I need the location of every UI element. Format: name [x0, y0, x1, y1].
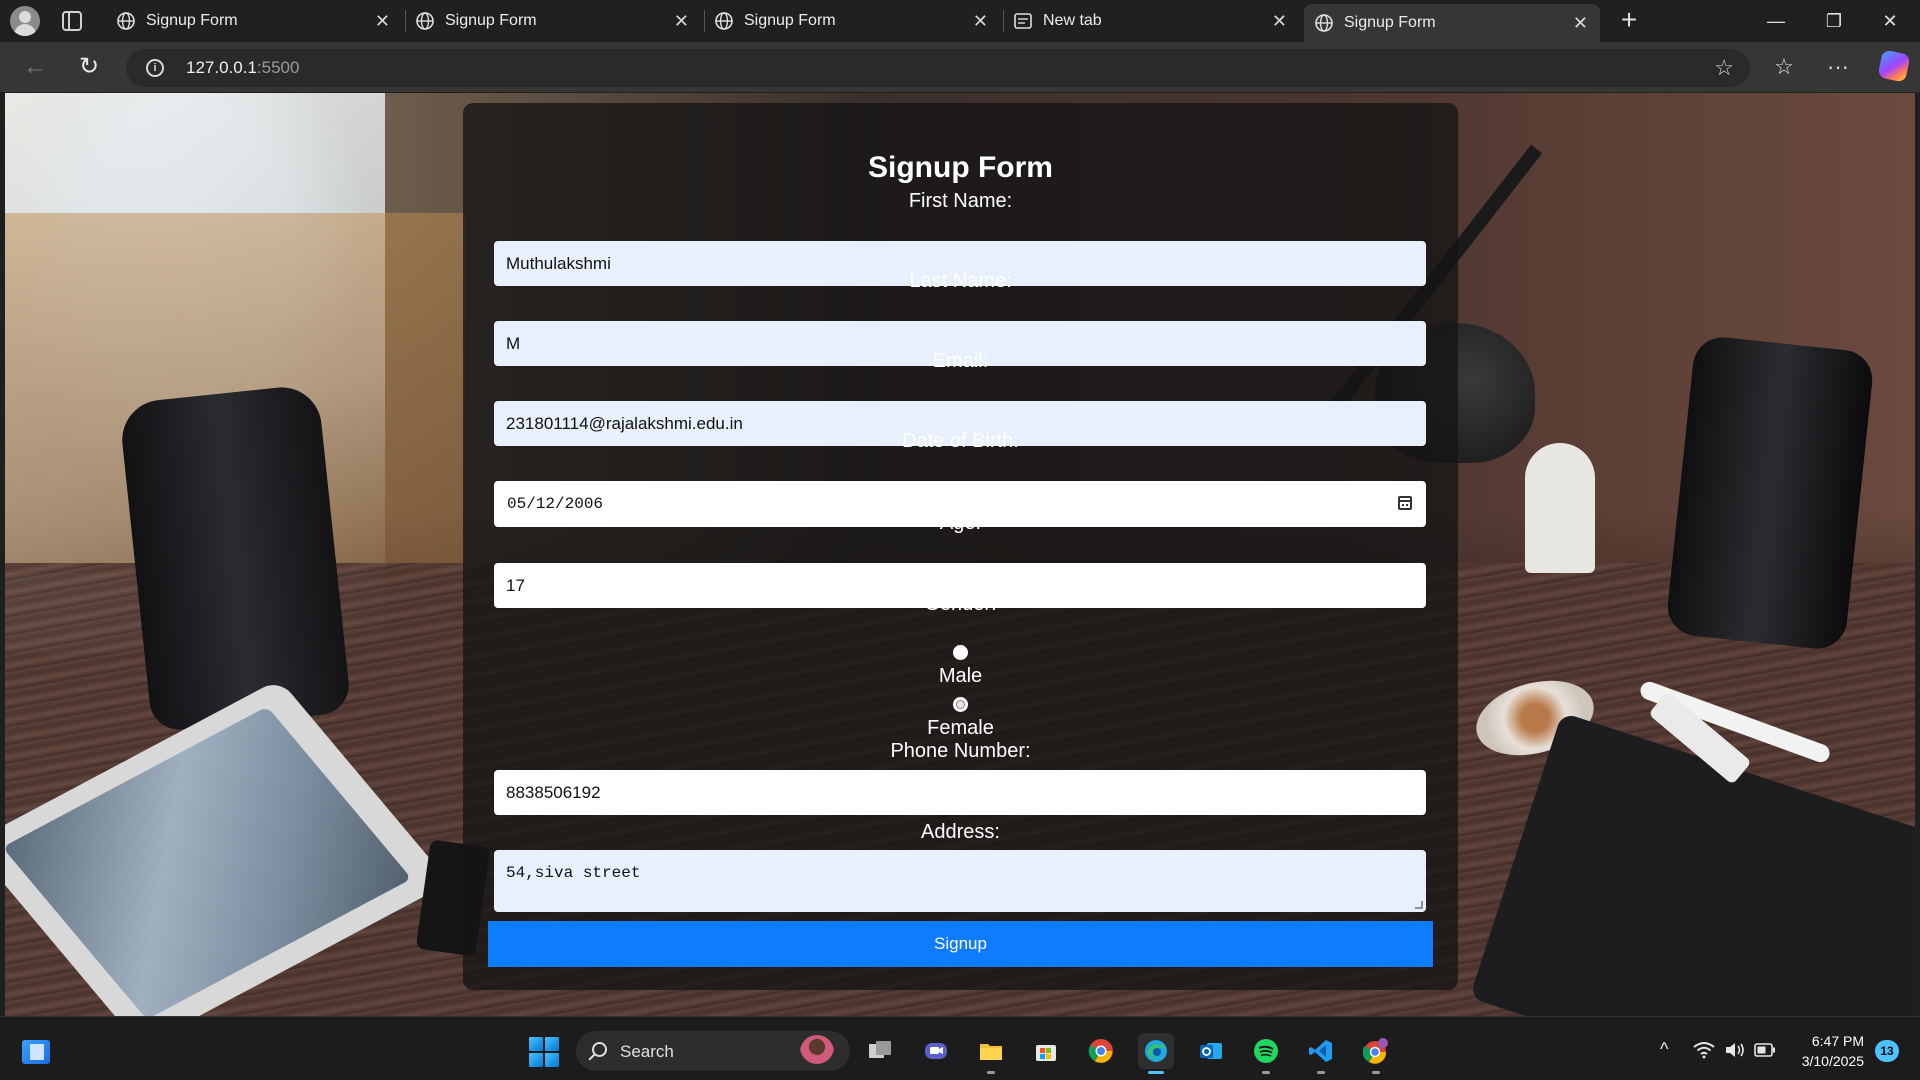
address-bar-row: ← ↻ i 127.0.0.1:5500 ☆ ☆ ··· — [0, 42, 1920, 92]
wifi-icon[interactable] — [1693, 1041, 1715, 1059]
search-icon — [592, 1042, 607, 1057]
running-indicator — [1262, 1071, 1270, 1074]
close-tab-icon[interactable]: ✕ — [375, 12, 390, 30]
vscode-icon[interactable] — [1303, 1033, 1339, 1074]
tab-signup-form-2[interactable]: Signup Form ✕ — [405, 0, 701, 42]
address-textarea[interactable]: 54,siva street — [494, 850, 1426, 912]
tab-title: Signup Form — [744, 12, 836, 29]
restore-button[interactable]: ❐ — [1806, 0, 1862, 42]
system-clock[interactable]: 6:47 PM 3/10/2025 — [1792, 1031, 1864, 1071]
gender-male-label: Male — [938, 665, 983, 687]
email-label: Email: — [932, 350, 989, 372]
tab-title: Signup Form — [445, 12, 537, 29]
file-explorer-icon[interactable] — [973, 1033, 1009, 1074]
dob-value: 05/12/2006 — [507, 495, 604, 513]
search-label: Search — [620, 1042, 674, 1061]
taskbar-search[interactable]: Search — [576, 1031, 850, 1071]
widgets-icon[interactable] — [22, 1040, 50, 1064]
site-info-icon[interactable]: i — [146, 59, 164, 77]
newtab-page-icon — [1014, 13, 1032, 29]
url-host: 127.0.0.1 — [186, 58, 257, 77]
gender-female-radio[interactable] — [953, 697, 968, 712]
notification-badge[interactable]: 13 — [1875, 1040, 1899, 1062]
active-indicator — [1148, 1071, 1164, 1074]
url-port: :5500 — [256, 58, 300, 77]
gender-female-label: Female — [927, 717, 994, 739]
new-tab-button[interactable]: + — [1614, 6, 1644, 36]
browser-tab-bar: Signup Form ✕ Signup Form ✕ Signup Form … — [0, 0, 1920, 42]
close-window-button[interactable]: ✕ — [1862, 0, 1918, 42]
minimize-button[interactable]: — — [1748, 0, 1804, 42]
back-button[interactable]: ← — [20, 52, 50, 82]
signup-form-card: Signup Form First Name: Last Name: Email… — [463, 103, 1458, 990]
gender-label: Gender: — [924, 593, 997, 615]
age-label: Age: — [939, 512, 982, 534]
reload-button[interactable]: ↻ — [74, 52, 104, 82]
address-label: Address: — [921, 821, 1000, 843]
dob-label: Date of Birth: — [902, 430, 1019, 452]
first-name-label: First Name: — [908, 190, 1013, 212]
globe-icon — [416, 12, 434, 30]
running-indicator — [987, 1071, 995, 1074]
background-speaker-left — [118, 383, 352, 733]
search-highlight-icon — [800, 1035, 834, 1069]
spotify-icon[interactable] — [1248, 1033, 1284, 1074]
edge-icon[interactable] — [1138, 1033, 1174, 1074]
clock-date: 3/10/2025 — [1801, 1053, 1864, 1069]
page-viewport: Signup Form First Name: Last Name: Email… — [5, 93, 1915, 1016]
tray-overflow-icon[interactable]: ^ — [1660, 1039, 1668, 1060]
tab-title: Signup Form — [146, 12, 238, 29]
outlook-icon[interactable] — [1193, 1033, 1229, 1069]
vertical-tabs-icon[interactable] — [62, 11, 82, 31]
close-tab-icon[interactable]: ✕ — [674, 12, 689, 30]
globe-icon — [117, 12, 135, 30]
tab-signup-form-3[interactable]: Signup Form ✕ — [704, 0, 1000, 42]
taskbar: Search ^ 6:47 PM 3/10/2025 13 — [0, 1016, 1920, 1080]
close-tab-icon[interactable]: ✕ — [973, 12, 988, 30]
phone-label: Phone Number: — [890, 740, 1031, 762]
profile-avatar-icon[interactable] — [10, 6, 40, 36]
chrome-profile-icon[interactable] — [1358, 1033, 1394, 1074]
signup-button[interactable]: Signup — [488, 921, 1433, 967]
task-view-icon[interactable] — [862, 1033, 898, 1069]
favorites-icon[interactable]: ☆ — [1768, 52, 1800, 82]
last-name-label: Last Name: — [909, 270, 1012, 292]
form-title: Signup Form — [868, 151, 1053, 184]
resize-handle-icon[interactable] — [1415, 901, 1423, 909]
running-indicator — [1372, 1071, 1380, 1074]
calendar-icon[interactable] — [1398, 496, 1412, 510]
microsoft-store-icon[interactable] — [1028, 1033, 1064, 1069]
address-bar[interactable]: i 127.0.0.1:5500 ☆ — [126, 49, 1750, 87]
tab-new-tab[interactable]: New tab ✕ — [1003, 0, 1299, 42]
volume-icon[interactable] — [1724, 1041, 1746, 1059]
add-favorite-icon[interactable]: ☆ — [1714, 55, 1734, 81]
close-tab-icon[interactable]: ✕ — [1272, 12, 1287, 30]
url-text[interactable]: 127.0.0.1:5500 — [186, 58, 299, 78]
gender-male-radio[interactable] — [953, 645, 968, 660]
phone-input[interactable] — [494, 770, 1426, 815]
chat-icon[interactable] — [918, 1033, 954, 1069]
running-indicator — [1317, 1071, 1325, 1074]
globe-icon — [715, 12, 733, 30]
tab-signup-form-1[interactable]: Signup Form ✕ — [106, 0, 402, 42]
chrome-icon[interactable] — [1083, 1033, 1119, 1069]
more-options-icon[interactable]: ··· — [1822, 52, 1854, 82]
background-stand — [1525, 443, 1595, 573]
tab-title: New tab — [1043, 12, 1102, 29]
clock-time: 6:47 PM — [1811, 1033, 1864, 1049]
start-button[interactable] — [529, 1037, 559, 1067]
background-speaker-right — [1664, 334, 1876, 652]
globe-icon — [1315, 14, 1333, 32]
tab-title: Signup Form — [1344, 14, 1436, 31]
close-tab-icon[interactable]: ✕ — [1573, 14, 1588, 32]
tab-signup-form-active[interactable]: Signup Form ✕ — [1304, 4, 1600, 42]
address-value: 54,siva street — [506, 864, 641, 882]
battery-icon[interactable] — [1754, 1043, 1776, 1057]
